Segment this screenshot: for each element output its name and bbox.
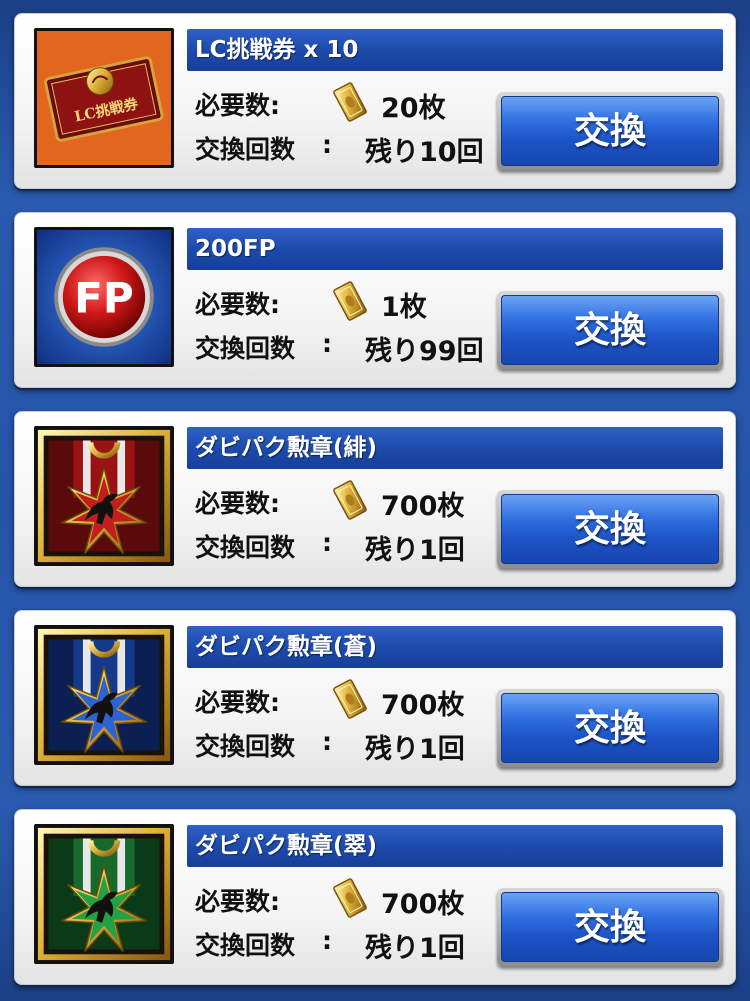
colon: : (322, 329, 332, 358)
count-label: 交換回数 (195, 334, 296, 363)
required-label: 必要数: (195, 688, 280, 717)
fp-coin-icon: FP (34, 227, 174, 367)
coin-text: FP (74, 273, 134, 322)
exchange-button[interactable]: 交換 (497, 490, 723, 568)
required-row: 必要数: 1枚 (195, 285, 427, 323)
exchange-button-label: 交換 (501, 892, 719, 962)
count-row: 交換回数 : 残り1回 (195, 926, 465, 964)
required-row: 必要数: 20枚 (195, 86, 446, 124)
exchange-button[interactable]: 交換 (497, 92, 723, 170)
required-value: 20枚 (381, 93, 446, 124)
exchange-item: LC挑戦券 LC挑戦券 x 10 必要数: 20枚 交換回数 : 残り10回 交… (14, 13, 736, 189)
remaining-value: 残り99回 (365, 336, 484, 367)
ticket-icon (333, 480, 367, 520)
colon: : (322, 727, 332, 756)
required-value: 700枚 (381, 690, 465, 721)
blue-medal-icon (34, 625, 174, 765)
required-value: 700枚 (381, 491, 465, 522)
exchange-button-label: 交換 (501, 494, 719, 564)
required-value: 700枚 (381, 889, 465, 920)
ticket-icon (333, 878, 367, 918)
ticket-icon (333, 281, 367, 321)
ticket-icon (333, 679, 367, 719)
colon: : (322, 528, 332, 557)
exchange-button-label: 交換 (501, 693, 719, 763)
item-title: ダビパク勲章(翠) (187, 825, 723, 867)
item-title: LC挑戦券 x 10 (187, 29, 723, 71)
colon: : (322, 130, 332, 159)
count-label: 交換回数 (195, 732, 296, 761)
required-label: 必要数: (195, 91, 280, 120)
remaining-value: 残り1回 (365, 535, 465, 566)
count-row: 交換回数 : 残り1回 (195, 528, 465, 566)
exchange-button-label: 交換 (501, 295, 719, 365)
red-medal-icon (34, 426, 174, 566)
lc-ticket-icon: LC挑戦券 (34, 28, 174, 168)
count-label: 交換回数 (195, 931, 296, 960)
ticket-icon (333, 82, 367, 122)
count-row: 交換回数 : 残り10回 (195, 130, 484, 168)
exchange-button[interactable]: 交換 (497, 689, 723, 767)
exchange-item: FP 200FP 必要数: 1枚 交換回数 : 残り99回 交換 (14, 212, 736, 388)
item-title: ダビパク勲章(蒼) (187, 626, 723, 668)
required-row: 必要数: 700枚 (195, 882, 464, 920)
remaining-value: 残り10回 (365, 137, 484, 168)
count-row: 交換回数 : 残り99回 (195, 329, 484, 367)
item-title: ダビパク勲章(緋) (187, 427, 723, 469)
exchange-list: LC挑戦券 LC挑戦券 x 10 必要数: 20枚 交換回数 : 残り10回 交… (0, 0, 750, 1001)
count-label: 交換回数 (195, 533, 296, 562)
required-row: 必要数: 700枚 (195, 484, 464, 522)
exchange-item: ダビパク勲章(緋) 必要数: 700枚 交換回数 : 残り1回 交換 (14, 411, 736, 587)
item-title: 200FP (187, 228, 723, 270)
required-value: 1枚 (381, 292, 427, 323)
exchange-item: ダビパク勲章(蒼) 必要数: 700枚 交換回数 : 残り1回 交換 (14, 610, 736, 786)
green-medal-icon (34, 824, 174, 964)
colon: : (322, 926, 332, 955)
remaining-value: 残り1回 (365, 734, 465, 765)
exchange-button[interactable]: 交換 (497, 291, 723, 369)
required-label: 必要数: (195, 489, 280, 518)
remaining-value: 残り1回 (365, 933, 465, 964)
exchange-button[interactable]: 交換 (497, 888, 723, 966)
exchange-item: ダビパク勲章(翠) 必要数: 700枚 交換回数 : 残り1回 交換 (14, 809, 736, 985)
required-row: 必要数: 700枚 (195, 683, 464, 721)
exchange-button-label: 交換 (501, 96, 719, 166)
required-label: 必要数: (195, 290, 280, 319)
required-label: 必要数: (195, 887, 280, 916)
count-row: 交換回数 : 残り1回 (195, 727, 465, 765)
count-label: 交換回数 (195, 135, 296, 164)
